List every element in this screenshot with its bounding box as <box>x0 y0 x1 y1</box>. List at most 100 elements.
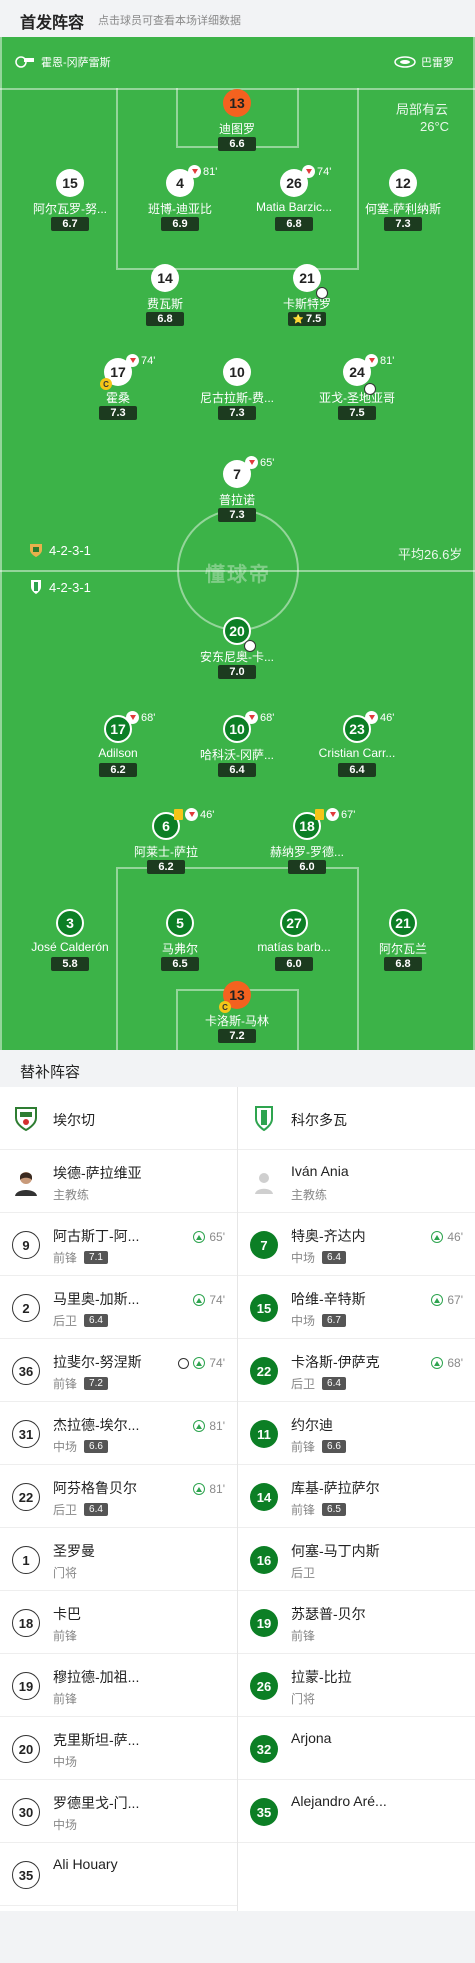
sub-number: 1 <box>12 1546 40 1574</box>
sub-meta: 前锋 <box>53 1627 77 1644</box>
sub-minute: 81' <box>203 165 218 178</box>
sub-position: 中场 <box>291 1251 316 1265</box>
sub-player-row[interactable]: 26 拉蒙-比拉 门将 <box>238 1654 475 1717</box>
sub-name: 卡洛斯-伊萨克 <box>291 1354 380 1370</box>
player-rating-value: 7.0 <box>229 666 245 678</box>
sub-player-row[interactable]: 16 何塞-马丁内斯 后卫 <box>238 1528 475 1591</box>
right-coach-role: 主教练 <box>291 1188 328 1202</box>
home-crest-icon <box>30 544 42 557</box>
sub-player-row[interactable]: 2 马里奥-加斯... 后卫 6.4 74' <box>0 1276 237 1339</box>
player-rating: 6.8 <box>384 957 422 971</box>
sub-player-row[interactable]: 35 Ali Houary <box>0 1843 237 1906</box>
right-team-row[interactable]: 科尔多瓦 <box>238 1087 475 1150</box>
player-name: 卡斯特罗 <box>282 297 331 311</box>
sub-position: 后卫 <box>53 1314 78 1328</box>
sub-meta: 前锋 7.2 <box>53 1375 108 1392</box>
sub-number: 36 <box>12 1357 40 1385</box>
sub-player-row[interactable]: 9 阿古斯丁-阿... 前锋 7.1 65' <box>0 1213 237 1276</box>
player-rating-value: 7.5 <box>305 313 322 325</box>
sub-meta: 中场 <box>53 1816 77 1833</box>
player-number: 12 <box>389 169 417 197</box>
sub-player-row[interactable]: 7 特奥-齐达内 中场 6.4 46' <box>238 1213 475 1276</box>
substitution-event: 68' <box>126 711 155 724</box>
sub-player-row[interactable]: 22 阿芬格鲁贝尔 后卫 6.4 81' <box>0 1465 237 1528</box>
sub-player-row[interactable]: 30 罗德里戈-门... 中场 <box>0 1780 237 1843</box>
lineup-subtitle: 点击球员可查看本场详细数据 <box>98 15 241 27</box>
sub-number: 26 <box>250 1672 278 1700</box>
player-rating: 6.5 <box>161 957 199 971</box>
sub-player-row[interactable]: 11 约尔迪 前锋 6.6 <box>238 1402 475 1465</box>
player-rating-value: 6.4 <box>229 764 245 776</box>
player-number: 14 <box>151 264 179 292</box>
sub-name: Ali Houary <box>53 1856 118 1872</box>
player-name: 亚戈-圣地亚哥 <box>319 391 395 405</box>
sub-number: 19 <box>250 1609 278 1637</box>
subs-header: 替补阵容 <box>0 1050 475 1087</box>
sub-position: 后卫 <box>291 1566 316 1580</box>
sub-rating: 6.4 <box>322 1251 346 1264</box>
sub-position: 中场 <box>291 1314 316 1328</box>
yellow-card-icon <box>315 809 324 820</box>
sub-rating: 6.7 <box>322 1314 346 1327</box>
sub-rating: 6.6 <box>84 1440 108 1453</box>
sub-player-row[interactable]: 14 库基-萨拉萨尔 前锋 6.5 <box>238 1465 475 1528</box>
sub-player-row[interactable]: 15 哈维-辛特斯 中场 6.7 67' <box>238 1276 475 1339</box>
sub-number: 35 <box>250 1798 278 1826</box>
sub-number: 19 <box>12 1672 40 1700</box>
sub-player-row[interactable]: 35 Alejandro Aré... <box>238 1780 475 1843</box>
right-coach-row[interactable]: Iván Ania 主教练 <box>238 1150 475 1213</box>
player-rating-value: 6.8 <box>286 218 302 230</box>
sub-on-icon <box>431 1294 444 1306</box>
sub-name: Alejandro Aré... <box>291 1793 387 1809</box>
player-number: 10 <box>223 358 251 386</box>
substitution-event: 68' <box>245 711 274 724</box>
sub-on-icon <box>431 1357 444 1369</box>
left-team-row[interactable]: 埃尔切 <box>0 1087 237 1150</box>
left-coach-row[interactable]: 埃德-萨拉维亚 主教练 <box>0 1150 237 1213</box>
sub-number: 7 <box>250 1231 278 1259</box>
sub-meta: 门将 <box>291 1690 315 1707</box>
sub-name: 阿古斯丁-阿... <box>53 1228 140 1244</box>
player-rating: 6.8 <box>146 312 184 326</box>
sub-rating: 7.2 <box>84 1377 108 1390</box>
sub-meta: 后卫 6.4 <box>53 1501 108 1518</box>
sub-player-row[interactable]: 36 拉斐尔-努涅斯 前锋 7.2 74' <box>0 1339 237 1402</box>
player-rating: 7.5 <box>338 406 376 420</box>
sub-player-row[interactable]: 1 圣罗曼 门将 <box>0 1528 237 1591</box>
sub-on-icon <box>193 1420 206 1432</box>
player-rating-value: 6.6 <box>229 138 245 150</box>
player-rating: 7.3 <box>99 406 137 420</box>
sub-player-row[interactable]: 20 克里斯坦-萨... 中场 <box>0 1717 237 1780</box>
sub-meta: 中场 6.4 <box>291 1249 346 1266</box>
home-team-label: 霍恩-冈萨雷斯 <box>14 54 111 70</box>
player-rating: 7.3 <box>218 508 256 522</box>
pitch: 懂球帝 霍恩-冈萨雷斯 巴雷罗 局部有云 26°C 4-2-3-1 平均26.6… <box>0 37 475 1050</box>
sub-on-icon <box>431 1231 444 1243</box>
sub-player-row[interactable]: 19 穆拉德-加祖... 前锋 <box>0 1654 237 1717</box>
sub-player-row[interactable]: 31 杰拉德-埃尔... 中场 6.6 81' <box>0 1402 237 1465</box>
left-coach-role: 主教练 <box>53 1188 90 1202</box>
sub-rating: 6.4 <box>84 1503 108 1516</box>
home-team-name: 霍恩-冈萨雷斯 <box>41 57 111 69</box>
player-rating-value: 7.3 <box>395 218 411 230</box>
sub-number: 16 <box>250 1546 278 1574</box>
sub-player-row[interactable]: 18 卡巴 前锋 <box>0 1591 237 1654</box>
captain-badge: C <box>100 378 112 390</box>
sub-number: 32 <box>250 1735 278 1763</box>
player-rating: 6.4 <box>218 763 256 777</box>
sub-in-event: 67' <box>431 1293 463 1307</box>
sub-meta: 前锋 <box>291 1627 315 1644</box>
sub-number: 31 <box>12 1420 40 1448</box>
sub-off-icon <box>245 456 258 469</box>
away-team-label: 巴雷罗 <box>394 54 454 70</box>
sub-name: 库基-萨拉萨尔 <box>291 1480 380 1496</box>
player-rating-value: 5.8 <box>62 958 78 970</box>
player-number: 21 <box>389 909 417 937</box>
substitution-event: 65' <box>245 456 274 469</box>
player-number: 5 <box>166 909 194 937</box>
sub-player-row[interactable]: 32 Arjona <box>238 1717 475 1780</box>
sub-rating: 6.6 <box>322 1440 346 1453</box>
sub-number: 9 <box>12 1231 40 1259</box>
sub-player-row[interactable]: 22 卡洛斯-伊萨克 后卫 6.4 68' <box>238 1339 475 1402</box>
sub-player-row[interactable]: 19 苏瑟普-贝尔 前锋 <box>238 1591 475 1654</box>
